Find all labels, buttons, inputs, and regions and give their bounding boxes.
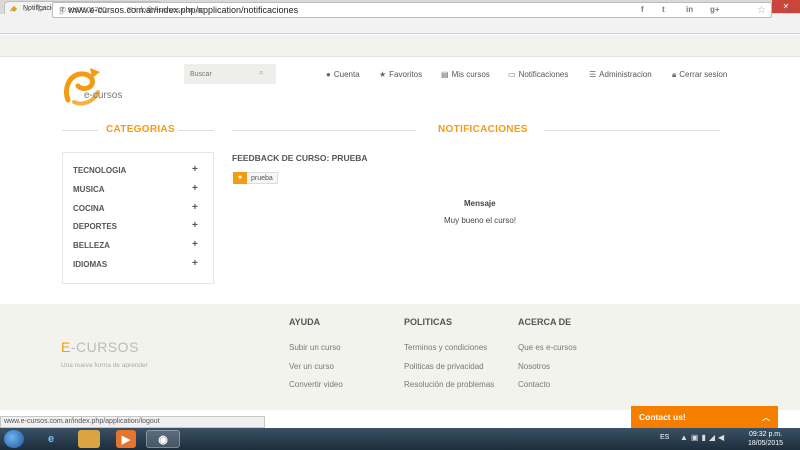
expand-plus-icon[interactable]: + xyxy=(192,164,198,175)
category-deportes[interactable]: DEPORTES xyxy=(73,222,117,231)
category-cocina[interactable]: COCINA xyxy=(73,204,105,213)
expand-plus-icon[interactable]: + xyxy=(192,220,198,231)
phone-icon: ✆ xyxy=(60,7,66,14)
bookmark-star-icon[interactable]: ☆ xyxy=(757,5,766,16)
footer-link[interactable]: Nosotros xyxy=(518,362,550,371)
category-belleza[interactable]: BELLEZA xyxy=(73,241,110,250)
status-bar: www.e-cursos.com.ar/index.php/applicatio… xyxy=(0,416,265,428)
reload-icon[interactable]: ↻ xyxy=(36,4,44,15)
expand-plus-icon[interactable]: + xyxy=(192,183,198,194)
category-tecnologia[interactable]: TECNOLOGIA xyxy=(73,166,126,175)
nav-mis-cursos[interactable]: ▤ Mis cursos xyxy=(441,70,490,79)
feedback-title: FEEDBACK DE CURSO: PRUEBA xyxy=(232,153,368,163)
nav-notificaciones[interactable]: ▭ Notificaciones xyxy=(508,70,568,79)
chat-label: Contact us! xyxy=(639,412,686,422)
internet-explorer-icon[interactable]: e xyxy=(34,430,68,448)
category-musica[interactable]: MUSICA xyxy=(73,185,105,194)
lock-icon: 🔒︎ xyxy=(672,70,677,79)
email-contact[interactable]: ✉ info@e-cursos.com.ar xyxy=(127,6,203,14)
system-tray-icons[interactable]: ▲▣▮◢◀ xyxy=(680,433,727,442)
chrome-icon[interactable]: ◉ xyxy=(146,430,180,448)
list-icon: ☰ xyxy=(589,70,597,79)
star-icon: ★ xyxy=(379,70,387,79)
user-tag[interactable]: ● prueba xyxy=(233,171,278,184)
footer-tagline: Una nueva forma de aprender xyxy=(61,362,148,369)
clock-time: 09:32 p.m. xyxy=(748,431,783,438)
back-arrow-icon[interactable]: ← xyxy=(8,4,18,15)
footer-link[interactable]: Que es e-cursos xyxy=(518,343,577,352)
media-player-icon[interactable]: ▶ xyxy=(116,430,136,448)
divider xyxy=(178,130,214,131)
category-idiomas[interactable]: IDIOMAS xyxy=(73,260,107,269)
start-button[interactable] xyxy=(4,430,24,448)
document-icon: ▤ xyxy=(441,70,449,79)
footer-link[interactable]: Resolución de problemas xyxy=(404,380,494,389)
logo-text: e-cursos xyxy=(84,90,123,101)
browser-menu-icon[interactable]: ≡ xyxy=(786,5,792,16)
footer-heading-ayuda: AYUDA xyxy=(289,317,321,327)
user-icon: ● xyxy=(326,70,331,79)
divider xyxy=(62,130,98,131)
footer-link[interactable]: Convertir video xyxy=(289,380,343,389)
footer-link[interactable]: Terminos y condiciones xyxy=(404,343,487,352)
site-logo[interactable] xyxy=(60,62,150,110)
footer-link[interactable]: Contacto xyxy=(518,380,550,389)
footer-link[interactable]: Subir un curso xyxy=(289,343,341,352)
forward-arrow-icon[interactable]: → xyxy=(22,4,32,15)
linkedin-icon[interactable]: in xyxy=(686,5,693,14)
nav-favoritos[interactable]: ★ Favoritos xyxy=(379,70,422,79)
phone-contact: ✆ 1167106700 xyxy=(60,7,107,14)
nav-cerrar-sesion[interactable]: 🔒︎ Cerrar sesion xyxy=(672,70,727,80)
footer-heading-acerca: ACERCA DE xyxy=(518,317,572,327)
footer-link[interactable]: Ver un curso xyxy=(289,362,334,371)
expand-plus-icon[interactable]: + xyxy=(192,258,198,269)
message-heading: Mensaje xyxy=(464,199,496,208)
contact-chat-button[interactable]: Contact us! ︿ xyxy=(631,406,778,428)
categories-title: CATEGORIAS xyxy=(106,124,175,135)
search-icon[interactable]: ⌕ xyxy=(259,68,263,78)
nav-cuenta[interactable]: ● Cuenta xyxy=(326,70,360,79)
clock-date: 18/05/2015 xyxy=(748,440,784,447)
googleplus-icon[interactable]: g+ xyxy=(710,5,720,14)
divider xyxy=(544,130,720,131)
nav-administracion[interactable]: ☰ Administracion xyxy=(589,70,652,79)
facebook-icon[interactable]: f xyxy=(641,5,644,14)
mail-icon: ✉ xyxy=(127,7,133,14)
expand-plus-icon[interactable]: + xyxy=(192,239,198,250)
expand-plus-icon[interactable]: + xyxy=(192,202,198,213)
footer-heading-politicas: POLITICAS xyxy=(404,317,453,327)
file-explorer-icon[interactable] xyxy=(78,430,100,448)
twitter-icon[interactable]: t xyxy=(662,5,665,14)
user-icon: ● xyxy=(233,171,247,184)
clock[interactable]: 09:32 p.m. 18/05/2015 xyxy=(748,430,783,448)
contact-bar xyxy=(0,35,800,57)
divider xyxy=(232,130,416,131)
chevron-up-icon: ︿ xyxy=(762,412,770,422)
message-body: Muy bueno el curso! xyxy=(444,216,517,225)
tag-label: prueba xyxy=(251,174,273,182)
inbox-icon: ▭ xyxy=(508,70,516,79)
footer-logo: E-CURSOS xyxy=(61,339,139,355)
notifications-title: NOTIFICACIONES xyxy=(438,124,528,135)
footer-link[interactable]: Politicas de privacidad xyxy=(404,362,484,371)
footer xyxy=(0,304,800,410)
language-indicator[interactable]: ES xyxy=(660,434,669,441)
